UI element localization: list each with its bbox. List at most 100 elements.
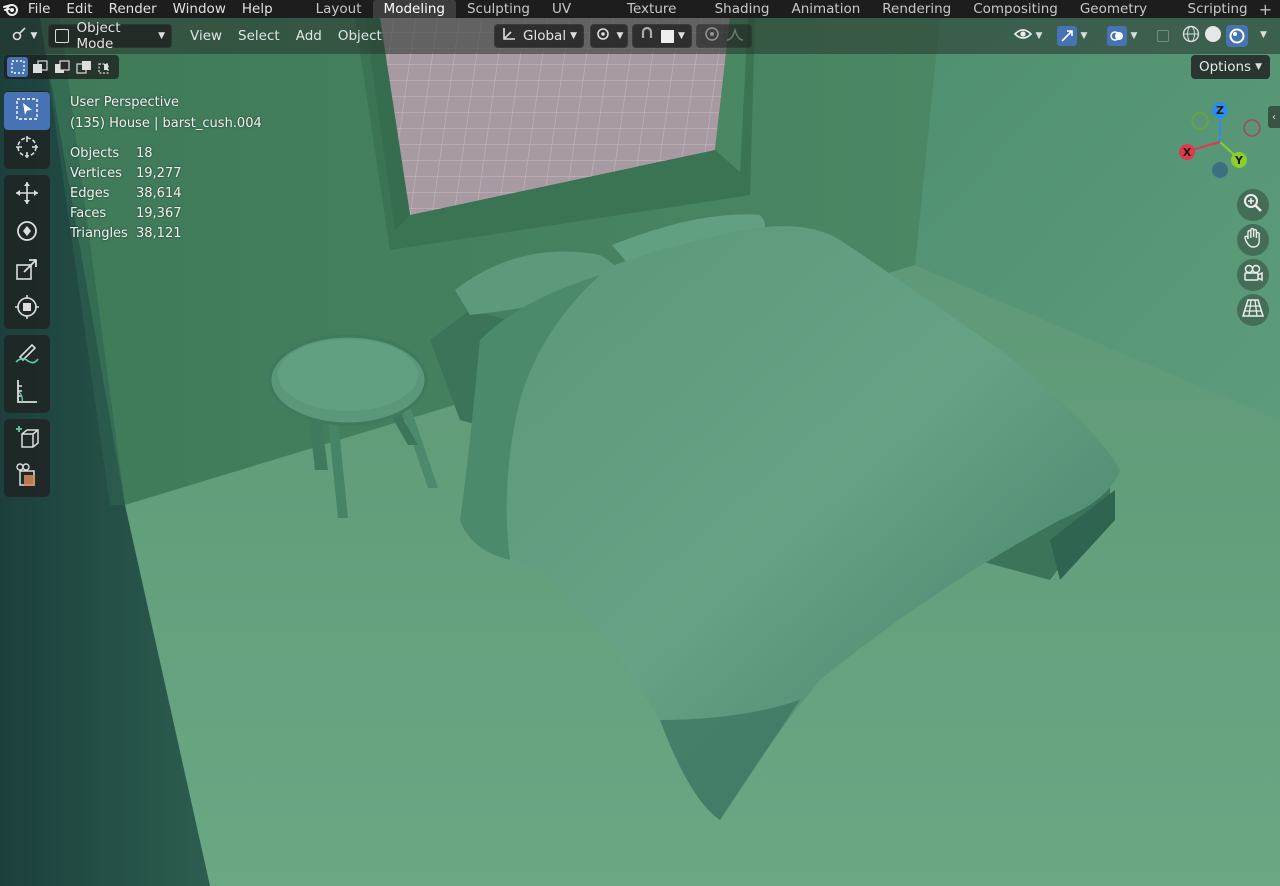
overlays-toggle-group[interactable]: ▼ — [1100, 24, 1144, 48]
xray-toggle[interactable] — [1152, 24, 1174, 48]
select-subtract-icon[interactable] — [51, 57, 72, 77]
proportional-editing-group[interactable] — [696, 24, 752, 48]
tab-animation[interactable]: Animation — [780, 0, 871, 18]
context-text: (135) House | barst_cush.004 — [70, 116, 262, 131]
rotate-tool[interactable] — [4, 214, 50, 252]
stat-row: Faces 19,367 — [70, 204, 182, 224]
add-cube-icon — [14, 424, 40, 454]
material-shading-icon[interactable] — [1226, 25, 1248, 47]
menu-object[interactable]: Object — [330, 28, 390, 44]
camera-view-button[interactable] — [1237, 259, 1269, 291]
cursor-tool[interactable] — [4, 130, 50, 168]
menu-edit[interactable]: Edit — [58, 0, 100, 18]
pan-button[interactable] — [1237, 224, 1269, 256]
pivot-point-dropdown[interactable]: ▼ — [590, 24, 628, 48]
tab-uv-editing[interactable]: UV Editing — [541, 0, 616, 35]
select-box-tool[interactable] — [4, 92, 50, 130]
gizmo-y-label: Y — [1234, 154, 1244, 167]
stat-label: Faces — [70, 206, 107, 221]
tool-group-select — [4, 91, 50, 169]
move-icon — [14, 180, 40, 210]
blender-logo-icon[interactable] — [3, 0, 20, 18]
zoom-button[interactable] — [1237, 189, 1269, 221]
add-workspace-icon[interactable]: + — [1259, 0, 1272, 19]
extrude-tool[interactable] — [4, 458, 50, 496]
add-cube-tool[interactable] — [4, 420, 50, 458]
top-menu-bar: File Edit Render Window Help Layout Mode… — [0, 0, 1280, 35]
options-dropdown[interactable]: Options ▼ — [1190, 55, 1270, 79]
tab-geometry-nodes[interactable]: Geometry Nodes — [1069, 0, 1177, 35]
xray-icon — [1157, 30, 1169, 42]
stat-label: Edges — [70, 186, 110, 201]
pivot-point-icon — [595, 26, 613, 46]
tab-texture-paint[interactable]: Texture Paint — [616, 0, 704, 35]
select-invert-icon[interactable] — [73, 57, 94, 77]
menu-add[interactable]: Add — [288, 28, 330, 44]
solid-shading-icon[interactable] — [1204, 25, 1222, 47]
annotate-tool[interactable] — [4, 336, 50, 374]
overlays-icon — [1106, 26, 1127, 46]
snapping-group[interactable]: ▼ — [632, 24, 692, 48]
navigation-gizmo[interactable]: Z Y X — [1176, 98, 1266, 188]
tab-shading[interactable]: Shading — [704, 0, 781, 18]
extrude-icon — [14, 462, 40, 492]
chevron-down-icon: ▼ — [1080, 31, 1088, 41]
select-intersect-icon[interactable] — [95, 57, 116, 77]
shading-mode-group[interactable] — [1180, 24, 1250, 48]
gizmo-neg-y[interactable] — [1191, 112, 1209, 130]
transform-tool[interactable] — [4, 290, 50, 328]
select-new-icon[interactable] — [7, 57, 28, 77]
visibility-dropdown[interactable]: ▼ — [1010, 24, 1046, 48]
orientation-label: Global — [523, 28, 567, 44]
stat-row: Vertices 19,277 — [70, 164, 182, 184]
stat-label: Triangles — [70, 226, 128, 241]
tab-compositing[interactable]: Compositing — [962, 0, 1069, 18]
tab-sculpting[interactable]: Sculpting — [456, 0, 541, 18]
viewport-stats-overlay: User Perspective (135) House | barst_cus… — [70, 92, 262, 244]
scale-tool[interactable] — [4, 252, 50, 290]
select-box-icon — [15, 97, 39, 125]
gizmo-neg-x[interactable] — [1243, 119, 1261, 137]
editor-type-button[interactable]: ▼ — [6, 24, 42, 48]
perspective-toggle-button[interactable] — [1237, 294, 1269, 326]
orientation-icon — [501, 26, 517, 46]
viewport-header: ▼ Object Mode ▼ View Select Add Object G… — [0, 18, 1280, 54]
gizmo-neg-z[interactable] — [1212, 162, 1228, 178]
falloff-curve-icon — [726, 27, 744, 45]
gizmo-toggle-group[interactable]: ▼ — [1050, 24, 1094, 48]
chevron-down-icon[interactable]: ▼ — [1260, 30, 1267, 40]
tab-layout[interactable]: Layout — [305, 0, 373, 18]
menu-view[interactable]: View — [182, 28, 230, 44]
eye-icon — [1013, 27, 1032, 45]
wireframe-shading-icon[interactable] — [1182, 25, 1200, 47]
stat-label: Vertices — [70, 166, 122, 181]
menu-render[interactable]: Render — [101, 0, 165, 18]
proportional-edit-icon — [704, 26, 720, 46]
chevron-down-icon: ▼ — [570, 31, 577, 41]
selection-mode-row — [4, 55, 119, 79]
chevron-down-icon: ▼ — [30, 31, 38, 41]
transform-orientation-dropdown[interactable]: Global ▼ — [494, 24, 584, 48]
hand-icon — [1243, 227, 1263, 253]
gizmo-toggle-icon — [1056, 26, 1077, 46]
mode-selector[interactable]: Object Mode ▼ — [48, 20, 172, 52]
select-extend-icon[interactable] — [29, 57, 50, 77]
camera-icon — [1242, 263, 1264, 287]
move-tool[interactable] — [4, 176, 50, 214]
menu-file[interactable]: File — [20, 0, 59, 18]
tab-scripting[interactable]: Scripting — [1177, 0, 1259, 18]
menu-select[interactable]: Select — [230, 28, 288, 44]
snap-target-icon — [661, 29, 675, 43]
tab-rendering[interactable]: Rendering — [871, 0, 962, 18]
stat-value: 18 — [136, 146, 153, 161]
sidebar-toggle-arrow[interactable]: ‹ — [1268, 106, 1280, 128]
stat-row: Triangles 38,121 — [70, 224, 182, 244]
stat-row: Objects 18 — [70, 144, 182, 164]
chevron-left-icon: ‹ — [1272, 111, 1276, 123]
menu-window[interactable]: Window — [165, 0, 234, 18]
stats-table: Objects 18 Vertices 19,277 Edges 38,614 Fac… — [70, 144, 182, 244]
measure-tool[interactable] — [4, 374, 50, 412]
menu-help[interactable]: Help — [234, 0, 281, 18]
tab-modeling[interactable]: Modeling — [372, 0, 456, 18]
tool-group-annotate — [4, 335, 50, 413]
